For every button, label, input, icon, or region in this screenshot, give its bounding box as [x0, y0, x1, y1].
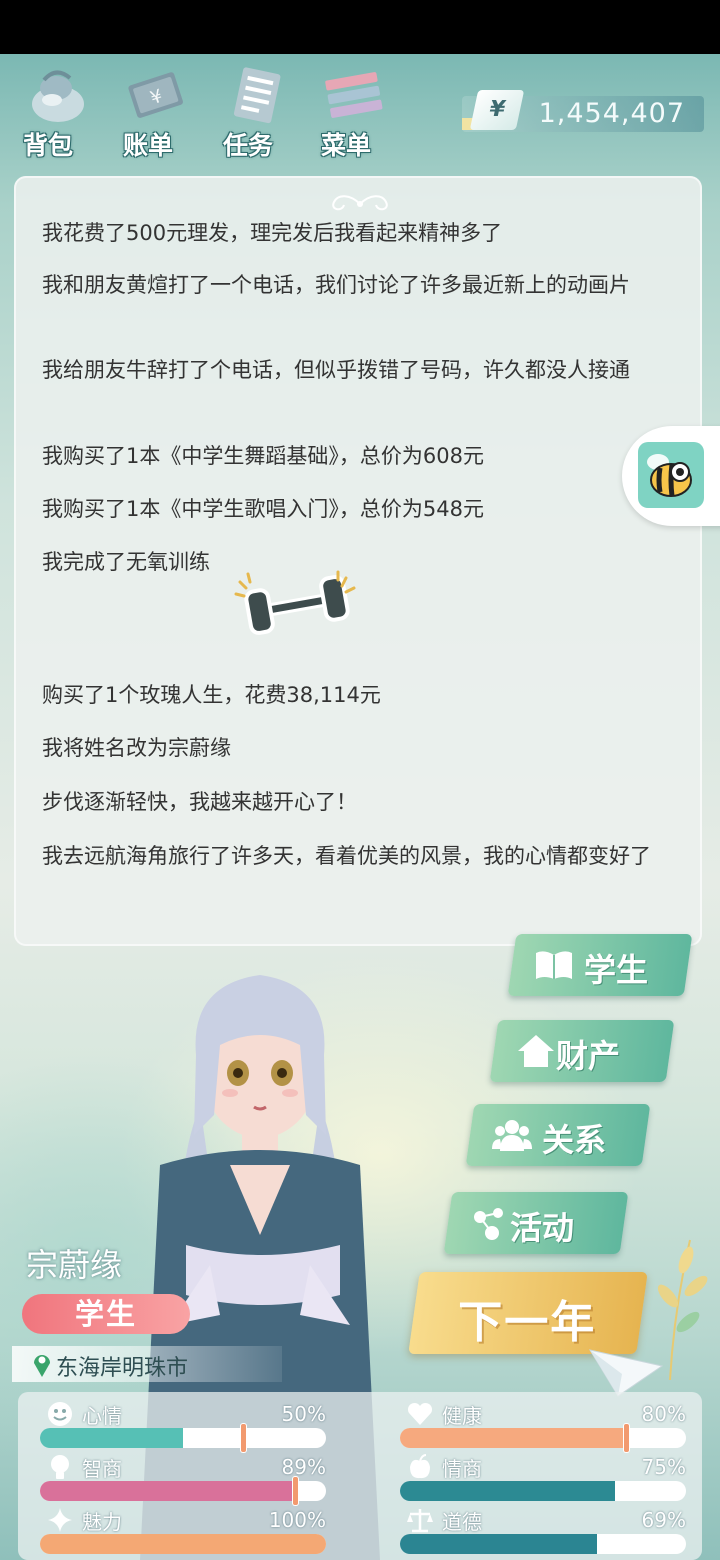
stat-mood: 心情 50% [36, 1400, 332, 1452]
relation-button-inner: 关系 [470, 1104, 646, 1166]
bill-icon: ¥ [128, 72, 183, 118]
stat-fill [40, 1428, 183, 1448]
activity-button[interactable]: 活动 [443, 1192, 629, 1254]
menu-button[interactable]: 菜单 [306, 62, 396, 160]
stat-marker [623, 1424, 629, 1452]
next-year-label: 下一年 [458, 1297, 597, 1348]
stat-fill [400, 1428, 629, 1448]
log-entry: 我和朋友黄煊打了一个电话，我们讨论了许多最近新上的动画片 [42, 273, 630, 297]
task-list-icon [233, 67, 281, 124]
stat-fill [400, 1481, 615, 1501]
bill-button[interactable]: ¥ 账单 [108, 62, 198, 160]
status-bar [0, 0, 720, 54]
heart-icon [407, 1402, 433, 1425]
stat-value: 100% [268, 1508, 326, 1532]
property-button[interactable]: 财产 [489, 1020, 675, 1082]
student-button-inner: 学生 [512, 934, 688, 996]
log-entry: 我购买了1本《中学生舞蹈基础》，总价为608元 [42, 444, 484, 468]
stat-name: 心情 [82, 1404, 122, 1428]
menu-label: 菜单 [320, 131, 371, 160]
character-name: 宗蔚缘 [26, 1246, 123, 1284]
activity-label: 活动 [510, 1209, 575, 1247]
bag-icon [32, 70, 84, 122]
bee-icon-bg [638, 442, 704, 508]
stat-value: 80% [641, 1402, 686, 1426]
stat-iq: 智商 89% [36, 1453, 332, 1505]
ornament-icon [332, 195, 388, 211]
house-icon [518, 1035, 554, 1067]
bulb-icon [51, 1455, 69, 1479]
stat-fill [400, 1534, 598, 1554]
next-year-button[interactable]: 下一年 [408, 1272, 648, 1354]
student-button[interactable]: 学生 [507, 934, 693, 996]
stat-name: 魅力 [82, 1510, 122, 1534]
stat-fill [40, 1481, 295, 1501]
dumbbell-icon [234, 570, 356, 635]
book-icon [536, 951, 572, 979]
stat-track [40, 1428, 326, 1448]
scale-icon [407, 1509, 433, 1533]
status-badge: 学生 [22, 1294, 190, 1334]
log-entry: 我购买了1本《中学生歌唱入门》，总价为548元 [42, 497, 484, 521]
status-label: 学生 [74, 1297, 137, 1331]
task-button[interactable]: 任务 [208, 62, 298, 160]
stat-morality: 道德 69% [396, 1506, 692, 1558]
stat-name: 智商 [82, 1457, 122, 1481]
log-entry: 我给朋友牛辞打了个电话，但似乎拨错了号码，许久都没人接通 [42, 358, 630, 382]
property-label: 财产 [556, 1037, 621, 1075]
property-button-inner: 财产 [494, 1020, 670, 1082]
sparkle-icon [48, 1508, 72, 1532]
stat-track [400, 1534, 686, 1554]
people-icon [492, 1120, 532, 1151]
log-entry: 我花费了500元理发，理完发后我看起来精神多了 [42, 221, 503, 245]
stat-fill [40, 1534, 326, 1554]
log-entry: 购买了1个玫瑰人生，花费38,114元 [42, 683, 381, 707]
stat-name: 道德 [442, 1510, 482, 1534]
stat-track [40, 1481, 326, 1501]
bee-shortcut-button[interactable] [622, 426, 720, 526]
task-label: 任务 [222, 131, 273, 160]
money-value: 1,454,407 [538, 98, 685, 129]
stat-health: 健康 80% [396, 1400, 692, 1452]
log-entry: 步伐逐渐轻快，我越来越开心了！ [42, 790, 357, 814]
yen-icon: ¥ [469, 90, 525, 130]
relation-button[interactable]: 关系 [465, 1104, 651, 1166]
stat-track [400, 1428, 686, 1448]
stat-value: 89% [281, 1455, 326, 1479]
activity-icon [474, 1208, 503, 1240]
log-entry: 我去远航海角旅行了许多天，看着优美的风景，我的心情都变好了 [42, 844, 651, 868]
stat-value: 50% [281, 1402, 326, 1426]
activity-button-inner: 活动 [448, 1192, 624, 1254]
stat-track [40, 1534, 326, 1554]
log-entry: 我将姓名改为宗蔚缘 [42, 736, 231, 760]
location-text: 东海岸明珠市 [56, 1356, 189, 1381]
bee-icon [647, 454, 692, 497]
menu-icon [325, 72, 383, 118]
stat-marker [241, 1424, 247, 1452]
stat-eq: 情商 75% [396, 1453, 692, 1505]
stat-name: 情商 [442, 1457, 482, 1481]
location-bar: 东海岸明珠市 [12, 1346, 282, 1382]
bill-label: 账单 [122, 131, 173, 160]
apple-icon [410, 1454, 430, 1479]
stat-value: 69% [641, 1508, 686, 1532]
stat-name: 健康 [442, 1404, 482, 1428]
bag-button[interactable]: 背包 [8, 62, 98, 160]
stat-track [400, 1481, 686, 1501]
location-pin-icon [34, 1355, 50, 1377]
stat-charm: 魅力 100% [36, 1506, 332, 1558]
relation-label: 关系 [542, 1121, 607, 1159]
smiley-icon [48, 1402, 72, 1426]
bag-label: 背包 [22, 131, 73, 160]
stat-value: 75% [641, 1455, 686, 1479]
stat-marker [292, 1477, 298, 1505]
paper-plane-icon [588, 1349, 664, 1397]
student-label: 学生 [584, 951, 649, 989]
